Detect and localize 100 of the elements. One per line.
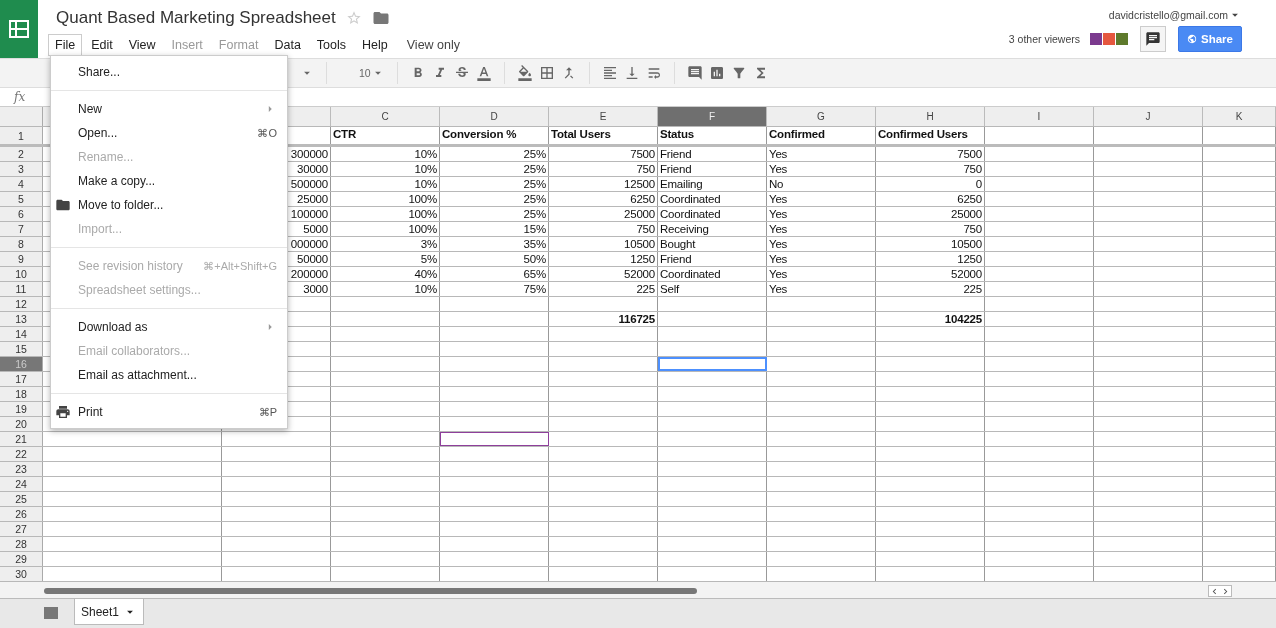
row-header[interactable]: 14 (0, 327, 43, 341)
chat-icon (1145, 31, 1161, 47)
app-logo[interactable] (0, 0, 38, 58)
row-header[interactable]: 10 (0, 267, 43, 281)
scrollbar-thumb[interactable] (44, 588, 697, 594)
menu-option[interactable]: Open... ⌘O (51, 121, 287, 145)
table-cell: CTR (333, 128, 357, 140)
row-header[interactable]: 3 (0, 162, 43, 176)
table-cell: Self (660, 283, 680, 295)
table-cell: Yes (769, 163, 788, 175)
column-header[interactable]: H (876, 107, 985, 126)
table-cell: Coordinated (660, 193, 721, 205)
menu-option[interactable]: Print ⌘P (51, 400, 287, 424)
row-header[interactable]: 29 (0, 552, 43, 566)
star-icon[interactable] (345, 10, 362, 26)
menu-option[interactable]: New (51, 97, 287, 121)
table-cell: 10% (414, 283, 437, 295)
column-header[interactable]: J (1094, 107, 1203, 126)
row-header[interactable]: 2 (0, 147, 43, 161)
table-cell: 25000 (297, 193, 328, 205)
column-header[interactable]: E (549, 107, 658, 126)
menu-item[interactable]: File (48, 34, 83, 56)
table-cell: 750 (636, 163, 655, 175)
row-header[interactable]: 8 (0, 237, 43, 251)
table-cell: Friend (660, 148, 692, 160)
row-header[interactable]: 12 (0, 297, 43, 311)
menu-option[interactable]: Make a copy... (51, 169, 287, 193)
column-header[interactable]: K (1203, 107, 1276, 126)
menu-option[interactable]: Email as attachment... (51, 363, 287, 387)
table-cell: 25% (523, 178, 546, 190)
column-header[interactable]: F (658, 107, 767, 126)
table-cell: Bought (660, 238, 696, 250)
document-title[interactable]: Quant Based Marketing Spreadsheet (56, 8, 336, 28)
table-cell: 75% (523, 283, 546, 295)
table-cell: 5% (420, 253, 437, 265)
row-header[interactable]: 20 (0, 417, 43, 431)
row-header[interactable]: 13 (0, 312, 43, 326)
table-cell: 25% (523, 193, 546, 205)
table-cell: Emailing (660, 178, 703, 190)
spreadsheet-logo-icon (9, 19, 29, 39)
table-cell: 10500 (951, 238, 982, 250)
table-cell: 300000 (290, 148, 328, 160)
menu-option[interactable]: Download as (51, 315, 287, 339)
table-cell: 225 (636, 283, 655, 295)
row-header[interactable]: 19 (0, 402, 43, 416)
menu-option[interactable]: Move to folder... (51, 193, 287, 217)
row-header[interactable]: 5 (0, 192, 43, 206)
table-cell: 25000 (624, 208, 655, 220)
table-cell: 50000 (297, 253, 328, 265)
table-cell: 25% (523, 148, 546, 160)
table-cell: 100% (408, 208, 437, 220)
folder-icon[interactable] (371, 9, 390, 27)
row-header[interactable]: 21 (0, 432, 43, 446)
column-header[interactable]: D (440, 107, 549, 126)
row-header[interactable]: 23 (0, 462, 43, 476)
menu-item[interactable]: Data (267, 34, 308, 56)
table-cell: 52000 (951, 268, 982, 280)
table-cell: 750 (963, 223, 982, 235)
row-header[interactable]: 17 (0, 372, 43, 386)
table-cell: Friend (660, 163, 692, 175)
menu-item[interactable]: Edit (84, 34, 120, 56)
column-header[interactable]: C (331, 107, 440, 126)
row-header[interactable]: 27 (0, 522, 43, 536)
row-header[interactable]: 22 (0, 447, 43, 461)
table-cell: 30000 (297, 163, 328, 175)
row-header[interactable]: 11 (0, 282, 43, 296)
column-header[interactable]: G (767, 107, 876, 126)
table-cell: 100% (408, 223, 437, 235)
table-cell: Status (660, 128, 694, 140)
menu-item[interactable]: Tools (309, 34, 354, 56)
row-header[interactable]: 4 (0, 177, 43, 191)
row-header[interactable]: 26 (0, 507, 43, 521)
row-header[interactable]: 9 (0, 252, 43, 266)
row-header[interactable]: 15 (0, 342, 43, 356)
table-cell: 6250 (630, 193, 655, 205)
font-size-select[interactable]: 10 (359, 67, 371, 79)
row-header[interactable]: 1 (0, 127, 43, 144)
row-header[interactable]: 7 (0, 222, 43, 236)
row-header[interactable]: 18 (0, 387, 43, 401)
fill-color-icon[interactable] (516, 63, 533, 83)
row-header[interactable]: 30 (0, 567, 43, 581)
column-header[interactable]: I (985, 107, 1094, 126)
account-email[interactable]: davidcristello@gmail.com (1108, 9, 1228, 21)
table-cell: Yes (769, 223, 788, 235)
table-cell: 116725 (618, 313, 655, 325)
row-header[interactable]: 6 (0, 207, 43, 221)
comments-button[interactable] (1140, 26, 1166, 52)
row-header[interactable]: 24 (0, 477, 43, 491)
menu-item[interactable]: Help (355, 34, 395, 56)
table-cell: 40% (414, 268, 437, 280)
sheet-tab[interactable]: Sheet1 (74, 599, 145, 625)
active-cell[interactable] (658, 357, 767, 371)
menu-item[interactable]: View (121, 34, 163, 56)
row-header[interactable]: 28 (0, 537, 43, 551)
row-header[interactable]: 25 (0, 492, 43, 506)
table-cell: 100% (408, 193, 437, 205)
table-cell: Yes (769, 208, 788, 220)
menu-option[interactable]: Share... (51, 60, 287, 84)
table-cell: 6250 (957, 193, 982, 205)
table-cell: Coordinated (660, 268, 721, 280)
